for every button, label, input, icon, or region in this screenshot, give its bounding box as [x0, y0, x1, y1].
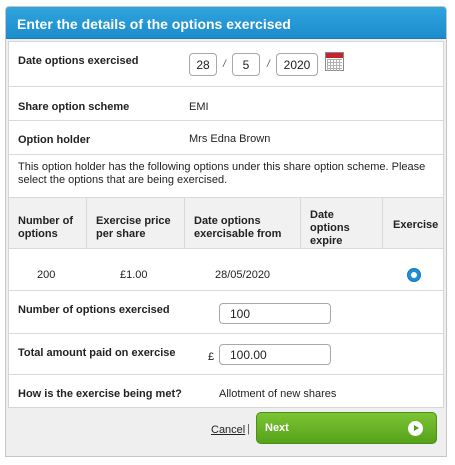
header-price: Exercise price per share	[87, 198, 185, 249]
month-input[interactable]: 5	[232, 53, 260, 76]
next-button[interactable]: Next	[256, 412, 437, 444]
info-text: This option holder has the following opt…	[18, 161, 426, 186]
cell-number: 200	[37, 269, 56, 281]
holder-value: Mrs Edna Brown	[189, 133, 271, 145]
holder-label: Option holder	[18, 134, 91, 146]
header-exercise: Exercise	[393, 219, 439, 231]
cell-from: 28/05/2020	[215, 269, 271, 281]
next-button-label: Next	[265, 422, 289, 434]
total-paid-row: Total amount paid on exercise £ 100.00	[9, 334, 443, 375]
date-exercised-row: Date options exercised 28 / 5 / 2020	[9, 42, 443, 87]
date-separator: /	[267, 59, 270, 70]
header-number: Number of options	[9, 198, 87, 249]
year-input[interactable]: 2020	[276, 53, 318, 76]
cell-price: £1.00	[120, 269, 148, 281]
currency-symbol: £	[208, 351, 215, 363]
total-paid-input[interactable]: 100.00	[219, 344, 331, 365]
exercise-met-value: Allotment of new shares	[219, 388, 337, 400]
calendar-icon[interactable]	[325, 52, 344, 71]
cancel-link[interactable]: Cancel	[211, 424, 245, 436]
scheme-row: Share option scheme EMI	[9, 87, 443, 121]
num-exercised-input[interactable]: 100	[219, 303, 331, 324]
scheme-value: EMI	[189, 101, 209, 113]
total-paid-label: Total amount paid on exercise	[18, 347, 176, 359]
day-input[interactable]: 28	[189, 53, 217, 76]
arrow-right-icon	[408, 421, 423, 436]
table-row: 200 £1.00 28/05/2020	[9, 249, 443, 291]
options-table-header: Number of options Exercise price per sha…	[9, 197, 443, 249]
exercise-radio[interactable]	[407, 268, 421, 282]
scheme-label: Share option scheme	[18, 101, 130, 113]
exercise-met-label: How is the exercise being met?	[18, 388, 182, 400]
date-exercised-label: Date options exercised	[18, 55, 139, 67]
header-expire: Date options expire	[301, 198, 383, 249]
options-exercised-dialog: Enter the details of the options exercis…	[5, 6, 447, 457]
num-exercised-label: Number of options exercised	[18, 304, 170, 316]
footer-separator: |	[247, 423, 250, 435]
exercise-met-row: How is the exercise being met? Allotment…	[9, 375, 443, 408]
date-separator: /	[223, 59, 226, 70]
form-panel: Date options exercised 28 / 5 / 2020 Sha…	[8, 41, 444, 408]
dialog-title: Enter the details of the options exercis…	[6, 7, 446, 39]
holder-row: Option holder Mrs Edna Brown	[9, 121, 443, 155]
num-exercised-row: Number of options exercised 100	[9, 291, 443, 334]
header-from: Date options exercisable from	[185, 198, 301, 249]
info-row: This option holder has the following opt…	[9, 155, 443, 197]
